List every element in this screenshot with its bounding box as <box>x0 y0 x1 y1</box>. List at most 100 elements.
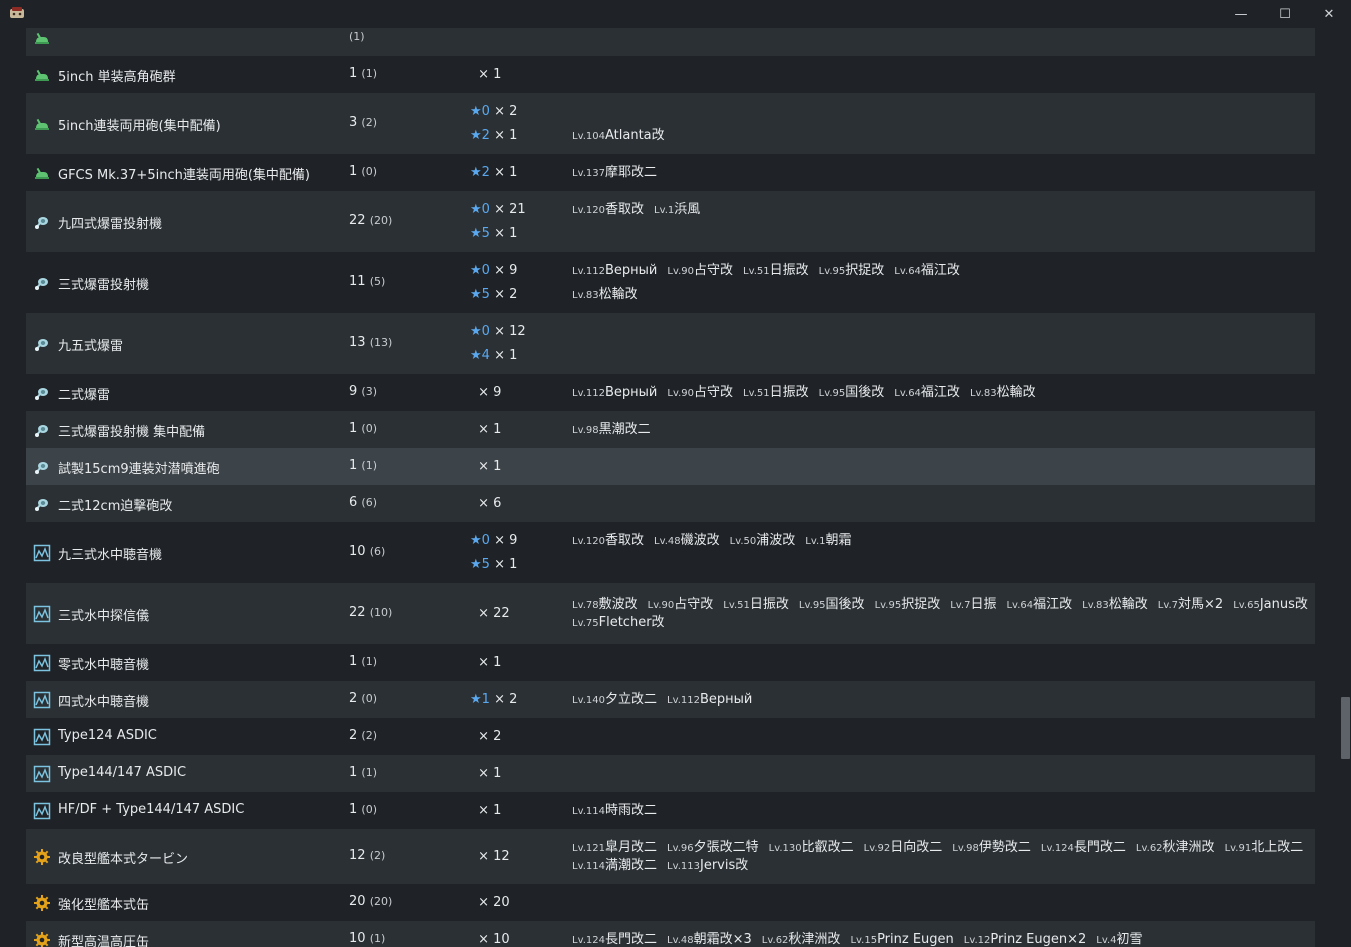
maximize-button[interactable]: ☐ <box>1263 0 1307 28</box>
ship-entry: Lv.48磯波改 <box>654 533 720 548</box>
ship-level: Lv.90 <box>667 387 694 399</box>
ship-entry: Lv.120香取改 <box>572 202 644 217</box>
vertical-scrollbar[interactable] <box>1339 28 1351 947</box>
ship-entry: Lv.98伊勢改二 <box>952 840 1031 855</box>
equipment-row[interactable]: 九四式爆雷投射機 22 (20) ★0 × 21 ★5 × 1 Lv.120香取改 Lv.… <box>26 191 1315 252</box>
unequipped-count: (6) <box>361 495 378 509</box>
improvement-line: × 1 <box>470 799 501 823</box>
sonar-icon <box>33 802 51 820</box>
equipment-count: 9 (3) <box>349 384 377 399</box>
ship-name: Janus改 <box>1259 596 1308 612</box>
star-level: ★1 <box>470 691 490 707</box>
unequipped-count: (0) <box>361 802 378 816</box>
equipment-row[interactable]: Type144/147 ASDIC 1 (1) × 1 <box>26 755 1315 792</box>
ship-level: Lv.95 <box>874 599 902 611</box>
equipment-row[interactable]: 5inch連装両用砲(集中配備) 3 (2) ★0 × 2 ★2 × 1 Lv.104A… <box>26 93 1315 154</box>
ship-name: Prinz Eugen <box>877 931 954 947</box>
total-count: 1 <box>349 457 358 473</box>
unequipped-count: (10) <box>369 605 393 619</box>
equipment-row[interactable]: 5inch 単装高角砲群 1 (1) × 1 <box>26 56 1315 93</box>
equipment-count: 2 (2) <box>349 728 377 743</box>
depth-charge-icon <box>33 335 51 353</box>
ship-name: 択捉改 <box>901 596 941 612</box>
ship-level: Lv.98 <box>572 424 599 436</box>
title-bar: — ☐ ✕ <box>0 0 1351 28</box>
equipment-row[interactable]: 改良型艦本式タービン 12 (2) × 12 Lv.121皐月改二 Lv.96夕張改二… <box>26 829 1315 884</box>
equipment-row[interactable]: 三式水中探信儀 22 (10) × 22 Lv.78敷波改 Lv.90占守改 Lv.51… <box>26 583 1315 644</box>
equipped-ships: Lv.124長門改二 Lv.48朝霜改×3 Lv.62秋津洲改 Lv.15Prinz … <box>572 928 1307 947</box>
ship-name: 福江改 <box>1033 596 1073 612</box>
improvement-line: ★0 × 9 <box>470 529 517 553</box>
ship-level: Lv.51 <box>743 387 770 399</box>
quantity: × 1 <box>489 347 518 363</box>
equipment-count: 1 (0) <box>349 802 377 817</box>
equipment-row[interactable]: (1) <box>26 28 1315 56</box>
close-button[interactable]: ✕ <box>1307 0 1351 28</box>
equipment-row[interactable]: 四式水中聴音機 2 (0) ★1 × 2 Lv.140夕立改二 Lv.112Верный <box>26 681 1315 718</box>
equipment-row[interactable]: 三式爆雷投射機 集中配備 1 (0) × 1 Lv.98黒潮改二 <box>26 411 1315 448</box>
improvement-line: × 22 <box>470 602 510 626</box>
ship-name: 占守改 <box>674 596 714 612</box>
star-level: ★4 <box>470 347 490 363</box>
equipment-name: GFCS Mk.37+5inch連装両用砲(集中配備) <box>58 167 310 183</box>
ship-line: Lv.120香取改 Lv.1浜風 <box>572 198 1307 222</box>
ship-name: 日振改 <box>769 384 809 400</box>
ship-entry: Lv.51日振改 <box>743 263 809 278</box>
ship-level: Lv.51 <box>743 265 770 277</box>
quantity: × 1 <box>489 225 518 241</box>
scrollbar-thumb[interactable] <box>1341 697 1350 759</box>
improvement-line: ★2 × 1 <box>470 124 517 148</box>
ship-name: Atlanta改 <box>604 127 665 143</box>
equipment-row[interactable]: 零式水中聴音機 1 (1) × 1 <box>26 644 1315 681</box>
ship-entry: Lv.1朝霜 <box>805 533 851 548</box>
ship-entry: Lv.1浜風 <box>654 202 700 217</box>
equipment-name: 二式爆雷 <box>58 387 111 403</box>
equipment-row[interactable]: 二式12cm迫撃砲改 6 (6) × 6 <box>26 485 1315 522</box>
improvement-levels: × 1 <box>470 418 501 442</box>
minimize-button[interactable]: — <box>1219 0 1263 28</box>
unequipped-count: (2) <box>369 848 386 862</box>
equipment-row[interactable]: 三式爆雷投射機 11 (5) ★0 × 9 ★5 × 2 Lv.112Верный Lv.… <box>26 252 1315 313</box>
equipment-count: 10 (6) <box>349 544 385 559</box>
ship-line: Lv.140夕立改二 Lv.112Верный <box>572 688 1307 712</box>
ship-entry: Lv.124長門改二 <box>1041 840 1126 855</box>
improvement-line: ★4 × 1 <box>470 344 526 368</box>
sonar-icon <box>33 765 51 783</box>
equipment-row[interactable]: 強化型艦本式缶 20 (20) × 20 <box>26 884 1315 921</box>
star-level: ★5 <box>470 286 490 302</box>
ship-level: Lv.51 <box>723 599 750 611</box>
ship-line: Lv.83松輪改 <box>572 283 1307 307</box>
equipment-row[interactable]: 試製15cm9連装対潜噴進砲 1 (1) × 1 <box>26 448 1315 485</box>
ship-level: Lv.62 <box>761 934 789 946</box>
improvement-levels: ★2 × 1 <box>470 161 517 185</box>
ship-entry: Lv.7対馬×2 <box>1158 597 1223 612</box>
ship-entry: Lv.112Верный <box>667 692 752 707</box>
equipment-row[interactable]: HF/DF + Type144/147 ASDIC 1 (0) × 1 Lv.114… <box>26 792 1315 829</box>
ship-name: 福江改 <box>920 384 960 400</box>
improvement-levels: ★0 × 21 ★5 × 1 <box>470 198 526 246</box>
total-count: 22 <box>349 604 366 620</box>
ship-name: 皐月改二 <box>604 839 657 855</box>
improvement-levels: × 2 <box>470 725 501 749</box>
unequipped-count: (1) <box>361 654 378 668</box>
ship-entry: Lv.137摩耶改二 <box>572 165 657 180</box>
equipment-row[interactable]: Type124 ASDIC 2 (2) × 2 <box>26 718 1315 755</box>
unequipped-count: (1) <box>349 29 365 43</box>
quantity: × 1 <box>474 802 502 818</box>
equipment-count: 1 (0) <box>349 164 377 179</box>
equipment-name: 四式水中聴音機 <box>58 694 150 710</box>
ship-level: Lv.124 <box>1040 842 1074 854</box>
ship-entry: Lv.140夕立改二 <box>572 692 657 707</box>
total-count: 10 <box>349 543 366 559</box>
improvement-levels: ★0 × 9 ★5 × 1 <box>470 529 517 577</box>
ship-entry: Lv.4初雪 <box>1096 932 1142 947</box>
equipment-row[interactable]: GFCS Mk.37+5inch連装両用砲(集中配備) 1 (0) ★2 × 1 Lv… <box>26 154 1315 191</box>
quantity: × 1 <box>474 421 502 437</box>
equipment-row[interactable]: 新型高温高圧缶 10 (1) × 10 Lv.124長門改二 Lv.48朝霜改×3 Lv… <box>26 921 1315 947</box>
ship-name: 択捉改 <box>845 262 885 278</box>
equipment-row[interactable]: 九五式爆雷 13 (13) ★0 × 12 ★4 × 1 <box>26 313 1315 374</box>
equipment-row[interactable]: 二式爆雷 9 (3) × 9 Lv.112Верный Lv.90占守改 Lv.51日振… <box>26 374 1315 411</box>
improvement-levels: × 1 <box>470 799 501 823</box>
unequipped-count: (0) <box>361 164 378 178</box>
equipment-row[interactable]: 九三式水中聴音機 10 (6) ★0 × 9 ★5 × 1 Lv.120香取改 Lv.48… <box>26 522 1315 583</box>
